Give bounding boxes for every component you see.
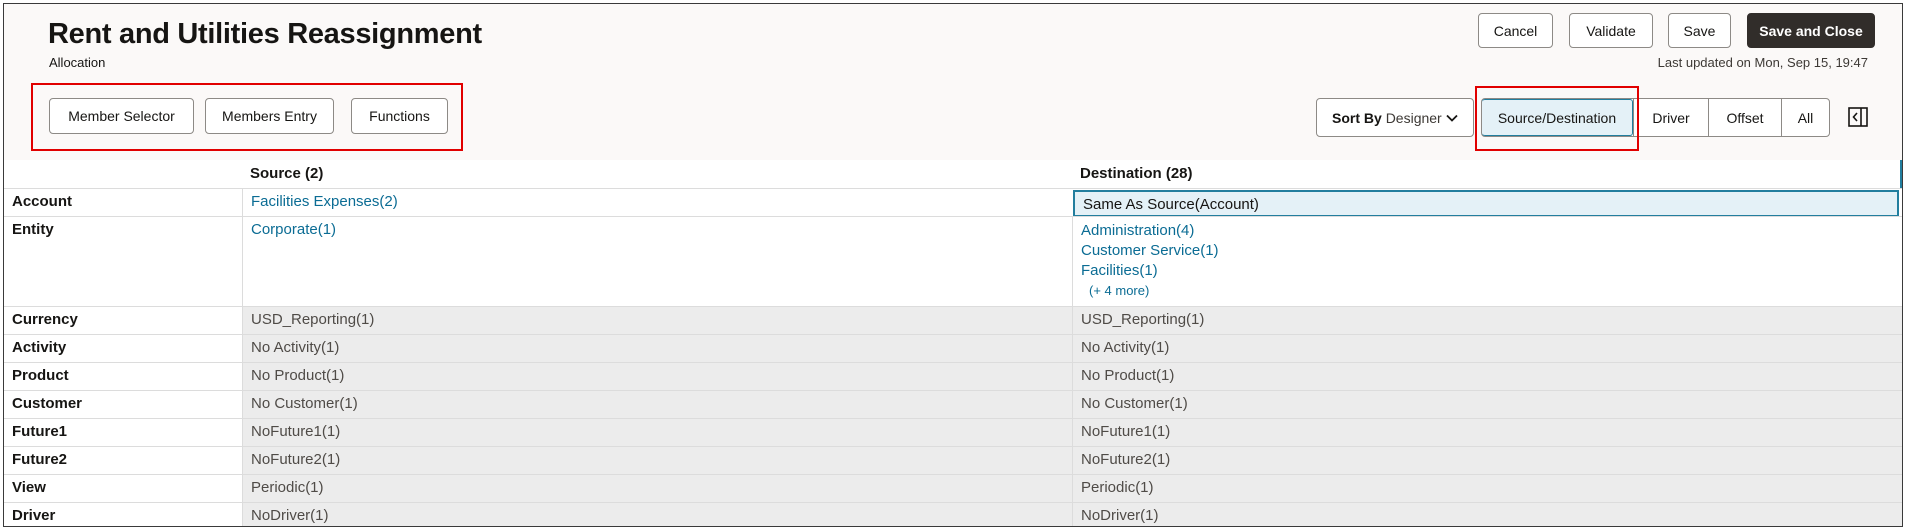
destination-value[interactable]: No Customer(1) (1072, 391, 1902, 418)
row-label: Customer (12, 395, 83, 412)
destination-value[interactable]: NoFuture1(1) (1072, 419, 1902, 446)
table-row: Future1 NoFuture1(1) NoFuture1(1) (4, 418, 1902, 446)
row-label: Driver (12, 507, 56, 524)
source-column-header: Source (2) (250, 165, 324, 182)
row-label: Product (12, 367, 69, 384)
destination-member-link[interactable]: Facilities(1) (1081, 261, 1894, 281)
table-row: Activity No Activity(1) No Activity(1) (4, 334, 1902, 362)
member-selector-button[interactable]: Member Selector (49, 98, 194, 134)
source-member-link[interactable]: Corporate(1) (251, 221, 336, 238)
destination-member-link[interactable]: Administration(4) (1081, 221, 1894, 241)
view-driver[interactable]: Driver (1633, 99, 1708, 136)
validate-button[interactable]: Validate (1569, 13, 1653, 48)
row-label: Currency (12, 311, 78, 328)
functions-button[interactable]: Functions (351, 98, 448, 134)
chevron-down-icon (1446, 114, 1458, 122)
source-value[interactable]: No Activity(1) (242, 335, 1072, 362)
destination-value[interactable]: NoDriver(1) (1072, 503, 1902, 526)
table-row: Driver NoDriver(1) NoDriver(1) (4, 502, 1902, 526)
members-entry-button[interactable]: Members Entry (205, 98, 334, 134)
destination-cell-selected[interactable]: Same As Source(Account) (1073, 190, 1899, 217)
sort-by-value: Designer (1385, 109, 1442, 126)
destination-column-header: Destination (28) (1080, 165, 1193, 182)
row-label: Entity (12, 221, 54, 238)
save-and-close-button[interactable]: Save and Close (1747, 13, 1875, 48)
source-value[interactable]: NoFuture2(1) (242, 447, 1072, 474)
source-value[interactable]: No Product(1) (242, 363, 1072, 390)
source-value[interactable]: NoDriver(1) (242, 503, 1072, 526)
table-row: View Periodic(1) Periodic(1) (4, 474, 1902, 502)
table-row: Entity Corporate(1) Administration(4) Cu… (4, 216, 1902, 306)
page-title: Rent and Utilities Reassignment (48, 18, 482, 50)
destination-value[interactable]: Periodic(1) (1072, 475, 1902, 502)
table-row: Account Facilities Expenses(2) Same As S… (4, 188, 1902, 217)
view-all[interactable]: All (1781, 99, 1829, 136)
sort-by-label: Sort By (1332, 109, 1382, 126)
sort-by-dropdown[interactable]: Sort By Designer (1316, 98, 1474, 137)
last-updated-text: Last updated on Mon, Sep 15, 19:47 (1657, 55, 1868, 70)
row-label: Activity (12, 339, 67, 356)
save-button[interactable]: Save (1668, 13, 1731, 48)
table-row: Customer No Customer(1) No Customer(1) (4, 390, 1902, 418)
view-offset[interactable]: Offset (1708, 99, 1781, 136)
highlight-box-right (1475, 86, 1639, 151)
source-member-link[interactable]: Facilities Expenses(2) (251, 193, 398, 210)
source-value[interactable]: Periodic(1) (242, 475, 1072, 502)
source-value[interactable]: No Customer(1) (242, 391, 1072, 418)
destination-value[interactable]: No Product(1) (1072, 363, 1902, 390)
cancel-button[interactable]: Cancel (1478, 13, 1553, 48)
destination-member-link[interactable]: Customer Service(1) (1081, 241, 1894, 261)
row-label: View (12, 479, 46, 496)
table-row: Product No Product(1) No Product(1) (4, 362, 1902, 390)
source-value[interactable]: USD_Reporting(1) (242, 307, 1072, 334)
more-members-link[interactable]: (+ 4 more) (1081, 281, 1894, 301)
allocation-designer: Rent and Utilities Reassignment Allocati… (3, 3, 1903, 527)
source-value[interactable]: NoFuture1(1) (242, 419, 1072, 446)
page-subtitle: Allocation (49, 55, 106, 70)
destination-value[interactable]: USD_Reporting(1) (1072, 307, 1902, 334)
allocation-grid: Source (2) Destination (28) Account Faci… (4, 160, 1902, 526)
destination-value[interactable]: No Activity(1) (1072, 335, 1902, 362)
table-row: Future2 NoFuture2(1) NoFuture2(1) (4, 446, 1902, 474)
row-label: Future2 (12, 451, 68, 468)
header-edge (1900, 160, 1902, 188)
row-label: Future1 (12, 423, 68, 440)
destination-value[interactable]: NoFuture2(1) (1072, 447, 1902, 474)
table-row: Currency USD_Reporting(1) USD_Reporting(… (4, 306, 1902, 334)
collapse-panel-icon[interactable] (1847, 106, 1869, 128)
row-label: Account (12, 193, 72, 210)
